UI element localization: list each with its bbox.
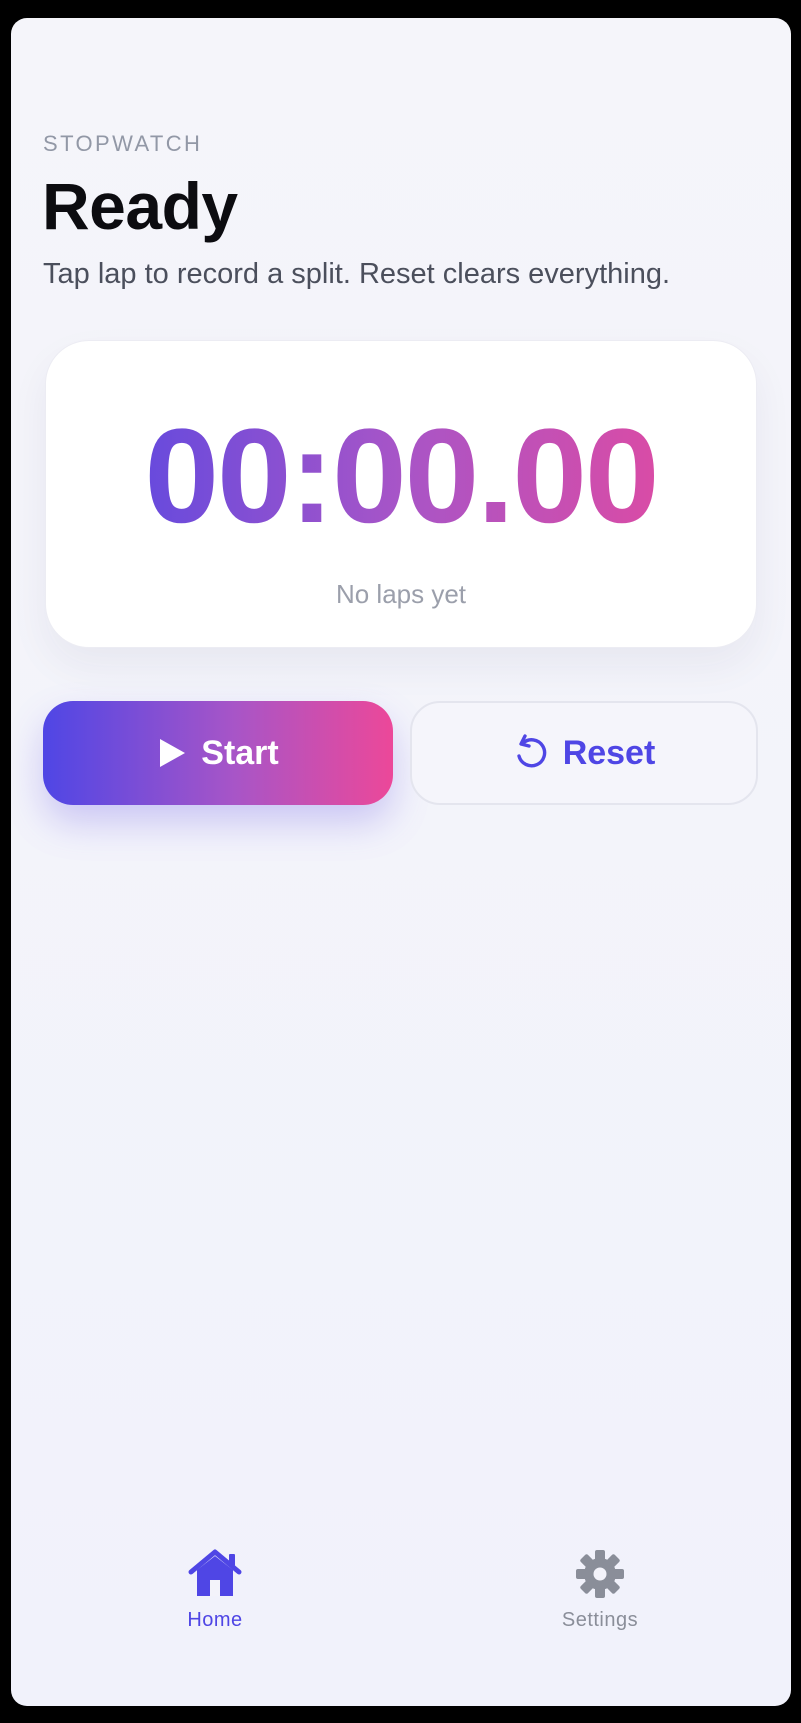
tab-home-label: Home xyxy=(187,1609,243,1631)
home-icon xyxy=(115,1548,315,1605)
timer-card: 00:00.00 No laps yet xyxy=(45,340,757,648)
page-title: Ready xyxy=(42,169,238,243)
tab-settings[interactable]: Settings xyxy=(500,1548,700,1632)
start-button-label: Start xyxy=(201,733,279,772)
play-icon xyxy=(157,737,187,769)
gear-icon xyxy=(500,1548,700,1605)
reset-icon xyxy=(513,734,549,772)
laps-empty-text: No laps yet xyxy=(335,579,467,609)
tab-settings-label: Settings xyxy=(561,1609,639,1631)
start-button[interactable]: Start xyxy=(43,701,393,805)
stopwatch-screen: STOPWATCH Ready Tap lap to record a spli… xyxy=(11,18,791,1706)
elapsed-time-display: 00:00.00 xyxy=(46,397,756,558)
tab-home[interactable]: Home xyxy=(115,1548,315,1632)
reset-button[interactable]: Reset xyxy=(410,701,758,805)
tab-bar: Home Settings xyxy=(11,1548,791,1668)
screen-eyebrow: STOPWATCH xyxy=(43,131,203,156)
reset-button-label: Reset xyxy=(562,733,656,772)
page-subtitle: Tap lap to record a split. Reset clears … xyxy=(43,258,671,290)
